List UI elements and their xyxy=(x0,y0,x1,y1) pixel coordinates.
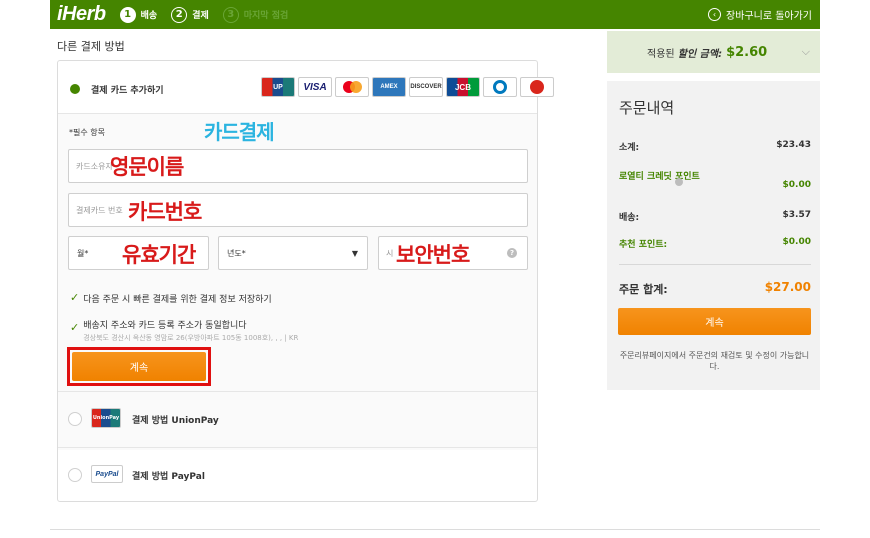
section-title: 다른 결제 방법 xyxy=(57,40,125,53)
annotation-cvv: 보안번호 xyxy=(396,243,470,267)
paypal-icon: PayPal xyxy=(91,465,123,483)
caret-down-icon: ▼ xyxy=(351,249,358,258)
shipping-value: $3.57 xyxy=(782,210,811,220)
visa-icon: VISA xyxy=(298,77,332,97)
expiry-year-placeholder: 년도* xyxy=(227,248,246,258)
mastercard-icon xyxy=(335,77,369,97)
step-number: 1 xyxy=(119,6,136,23)
subtotal-label: 소계: xyxy=(619,143,640,153)
discount-amount: $2.60 xyxy=(726,44,768,60)
jcb-icon: JCB xyxy=(446,77,480,97)
step-shipping[interactable]: 1 배송 xyxy=(119,6,158,23)
summary-note: 주문리뷰페이지에서 주문건의 재검토 및 수정이 가능합니다. xyxy=(619,351,810,371)
footer-divider xyxy=(50,529,820,530)
step-label: 결제 xyxy=(192,11,209,21)
card-logos: UP VISA AMEX DISCOVER JCB xyxy=(261,77,554,97)
order-summary: 주문내역 소계: $23.43 로열티 크레딧 포인트 $0.00 배송: $3… xyxy=(607,81,820,390)
card-option-radio[interactable] xyxy=(70,84,80,94)
check-icon: ✓ xyxy=(70,321,80,334)
loyalty-credit-value: $0.00 xyxy=(782,180,811,190)
annotation-english-name: 영문이름 xyxy=(110,155,184,179)
billing-address-text: 경상북도 경산시 옥산동 영맘로 26(우방아파트 105동 1008호), ,… xyxy=(83,334,299,342)
diners-club-icon xyxy=(483,77,517,97)
referral-points-label: 추천 포인트: xyxy=(619,240,668,250)
loyalty-credit-row: 로열티 크레딧 포인트 $0.00 xyxy=(619,167,811,190)
same-address-checkbox[interactable]: ✓ 배송지 주소와 카드 등록 주소가 동일합니다 경상북도 경산시 옥산동 영… xyxy=(70,318,298,343)
divider xyxy=(58,113,537,114)
step-number: 2 xyxy=(171,6,188,23)
shipping-row: 배송: $3.57 xyxy=(619,210,811,223)
discount-label: 적용된 할인 금액: xyxy=(647,48,723,60)
back-to-cart-label: 장바구니로 돌아가기 xyxy=(726,11,812,22)
expiry-year-select[interactable]: 년도* ▼ xyxy=(218,236,368,270)
cardholder-name-placeholder: 카드소유자 xyxy=(76,161,113,171)
step-number: 3 xyxy=(222,6,239,23)
paypal-option-label: 결제 방법 PayPal xyxy=(132,472,205,482)
card-number-placeholder: 결제카드 번호 xyxy=(76,205,123,215)
card-brand-icon xyxy=(520,77,554,97)
order-total-row: 주문 합계: $27.00 xyxy=(619,280,811,297)
checkout-steps: 1 배송 2 결제 3 마지막 점검 xyxy=(119,6,303,23)
step-payment: 2 결제 xyxy=(171,6,209,23)
annotation-expiry: 유효기간 xyxy=(122,243,196,267)
back-to-cart-link[interactable]: ‹ 장바구니로 돌아가기 xyxy=(708,7,812,22)
shipping-label: 배송: xyxy=(619,213,640,223)
continue-button[interactable]: 계속 xyxy=(72,352,206,381)
unionpay-option-label: 결제 방법 UnionPay xyxy=(132,416,219,426)
order-total-label: 주문 합계: xyxy=(619,283,668,296)
amex-icon: AMEX xyxy=(372,77,406,97)
referral-points-row: 추천 포인트: $0.00 xyxy=(619,237,811,250)
card-option-label: 결제 카드 추가하기 xyxy=(91,86,164,96)
paypal-option[interactable]: PayPal 결제 방법 PayPal xyxy=(58,447,537,503)
payment-panel: 결제 카드 추가하기 UP VISA AMEX DISCOVER JCB *필수… xyxy=(57,60,554,503)
header-bar: iHerb 1 배송 2 결제 3 마지막 점검 ‹ 장바구니로 돌아가기 xyxy=(50,0,820,29)
loyalty-credit-label: 로열티 크레딧 포인트 xyxy=(619,172,700,182)
expiry-month-placeholder: 월* xyxy=(77,248,89,258)
annotation-card-payment: 카드결제 xyxy=(204,120,275,144)
summary-title: 주문내역 xyxy=(619,99,675,117)
subtotal-value: $23.43 xyxy=(776,140,811,150)
iherb-logo[interactable]: iHerb xyxy=(57,3,106,26)
chevron-left-icon: ‹ xyxy=(708,8,722,21)
annotation-card-number: 카드번호 xyxy=(128,200,202,224)
discount-panel[interactable]: 적용된 할인 금액: $2.60 ⌵ xyxy=(607,31,820,73)
same-address-label: 배송지 주소와 카드 등록 주소가 동일합니다 xyxy=(83,321,247,331)
step-label: 배송 xyxy=(140,11,158,21)
divider xyxy=(619,264,811,265)
step-label: 마지막 점검 xyxy=(243,11,289,21)
save-payment-checkbox[interactable]: ✓ 다음 주문 시 빠른 결제를 위한 결제 정보 저장하기 xyxy=(70,292,272,305)
check-icon: ✓ xyxy=(70,291,80,304)
paypal-radio[interactable] xyxy=(68,468,82,482)
unionpay-option[interactable]: UnionPay 결제 방법 UnionPay xyxy=(58,391,537,447)
save-payment-label: 다음 주문 시 빠른 결제를 위한 결제 정보 저장하기 xyxy=(83,295,272,305)
unionpay-icon: UnionPay xyxy=(91,408,121,428)
referral-points-value: $0.00 xyxy=(782,237,811,247)
step-review: 3 마지막 점검 xyxy=(222,6,289,23)
discover-icon: DISCOVER xyxy=(409,77,443,97)
order-total-value: $27.00 xyxy=(764,280,811,294)
unionpay-icon: UP xyxy=(261,77,295,97)
chevron-down-icon[interactable]: ⌵ xyxy=(802,45,810,59)
required-note: *필수 항목 xyxy=(69,128,105,137)
cvv-placeholder: 시 xyxy=(386,248,394,258)
info-icon[interactable] xyxy=(675,178,683,186)
unionpay-radio[interactable] xyxy=(68,412,82,426)
help-icon[interactable]: ? xyxy=(507,248,517,258)
summary-continue-button[interactable]: 계속 xyxy=(618,308,811,335)
subtotal-row: 소계: $23.43 xyxy=(619,140,811,153)
